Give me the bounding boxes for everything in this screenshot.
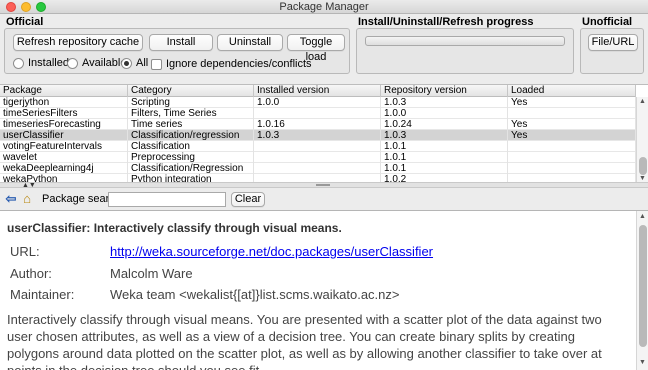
table-row[interactable]: votingFeatureIntervals Classification 1.0.… [0,141,636,152]
cell-category: Classification/regression [128,130,254,141]
cell-package: timeSeriesFilters [0,108,128,119]
scroll-down-icon[interactable]: ▼ [639,359,646,367]
ignore-dependencies-checkbox[interactable]: Ignore dependencies/conflicts [151,58,312,70]
package-info-pane: userClassifier: Interactively classify t… [0,210,648,370]
column-header-repository-version[interactable]: Repository version [381,85,508,97]
cell-package: timeseriesForecasting [0,119,128,130]
filter-all-radio[interactable]: All [121,57,148,69]
filter-installed-radio[interactable]: Installed [13,57,69,69]
radio-icon [13,57,24,69]
install-button[interactable]: Install [149,34,213,51]
cell-category: Scripting [128,97,254,108]
cell-installed-version [254,163,381,174]
cell-installed-version [254,108,381,119]
cell-loaded [508,152,636,163]
official-panel: Official Refresh repository cache Instal… [2,14,352,76]
home-icon[interactable]: ⌂ [20,192,34,206]
unofficial-label: Unofficial [582,16,633,28]
cell-installed-version [254,152,381,163]
cell-category: Preprocessing [128,152,254,163]
column-header-installed-version[interactable]: Installed version [254,85,381,97]
cell-category: Time series [128,119,254,130]
cell-installed-version: 1.0.16 [254,119,381,130]
author-value: Malcolm Ware [110,266,193,281]
table-row[interactable]: tigerjython Scripting 1.0.0 1.0.3 Yes [0,97,636,108]
info-scrollbar-thumb[interactable] [639,225,647,347]
official-label: Official [6,16,44,28]
refresh-cache-button[interactable]: Refresh repository cache [13,34,143,51]
window-titlebar: Package Manager [0,0,648,14]
table-row[interactable]: wavelet Preprocessing 1.0.1 [0,152,636,163]
clear-search-button[interactable]: Clear [231,192,265,207]
cell-package: votingFeatureIntervals [0,141,128,152]
cell-loaded [508,108,636,119]
radio-selected-icon [121,57,132,69]
filter-available-radio[interactable]: Available [67,57,126,69]
cell-loaded: Yes [508,130,636,141]
window-title: Package Manager [279,1,369,13]
checkbox-icon [151,58,162,70]
cell-repository-version: 1.0.3 [381,97,508,108]
back-arrow-icon[interactable]: ⇦ [4,192,18,206]
minimize-window-icon[interactable] [21,2,31,12]
author-label: Author: [10,266,52,281]
search-bar: ⇦ ⌂ Package search Clear [0,189,648,210]
cell-repository-version: 1.0.1 [381,152,508,163]
package-search-input[interactable] [108,192,226,207]
progress-panel: Install/Uninstall/Refresh progress [354,14,576,76]
column-header-package[interactable]: Package [0,85,128,97]
table-row[interactable]: userClassifier Classification/regression 1… [0,130,636,141]
column-header-loaded[interactable]: Loaded [508,85,636,97]
cell-category: Classification/Regression [128,163,254,174]
file-url-button[interactable]: File/URL [588,34,638,51]
cell-package: tigerjython [0,97,128,108]
uninstall-button[interactable]: Uninstall [217,34,283,51]
package-table: Package Category Installed version Repos… [0,84,648,183]
scroll-up-icon[interactable]: ▲ [639,98,646,106]
table-row[interactable]: timeseriesForecasting Time series 1.0.16 1.… [0,119,636,130]
table-header: Package Category Installed version Repos… [0,85,636,97]
table-scrollbar[interactable]: ▲ ▼ [636,97,648,183]
cell-category: Filters, Time Series [128,108,254,119]
toggle-load-button[interactable]: Toggle load [287,34,345,63]
column-header-category[interactable]: Category [128,85,254,97]
table-scrollbar-thumb[interactable] [639,157,647,175]
info-scrollbar[interactable]: ▲ ▼ [636,211,648,370]
progress-label: Install/Uninstall/Refresh progress [358,16,534,28]
split-collapse-icon[interactable]: ▲▼ [22,182,36,189]
package-url-link[interactable]: http://weka.sourceforge.net/doc.packages… [110,244,433,259]
zoom-window-icon[interactable] [36,2,46,12]
close-window-icon[interactable] [6,2,16,12]
cell-category: Classification [128,141,254,152]
maintainer-value: Weka team <wekalist{[at]}list.scms.waika… [110,287,400,302]
cell-installed-version [254,141,381,152]
table-row[interactable]: timeSeriesFilters Filters, Time Series 1.0… [0,108,636,119]
cell-installed-version: 1.0.3 [254,130,381,141]
cell-package: wekaDeeplearning4j [0,163,128,174]
table-body: tigerjython Scripting 1.0.0 1.0.3 Yes timeSer… [0,97,636,183]
scroll-up-icon[interactable]: ▲ [639,213,646,221]
splitter-grip-icon[interactable] [316,184,330,186]
package-description: Interactively classify through visual me… [7,312,602,370]
table-row[interactable]: wekaDeeplearning4j Classification/Regress… [0,163,636,174]
cell-repository-version: 1.0.3 [381,130,508,141]
cell-repository-version: 1.0.0 [381,108,508,119]
cell-repository-version: 1.0.24 [381,119,508,130]
cell-installed-version: 1.0.0 [254,97,381,108]
cell-loaded [508,141,636,152]
radio-icon [67,57,78,69]
cell-package: wavelet [0,152,128,163]
cell-loaded: Yes [508,119,636,130]
url-label: URL: [10,244,40,259]
progress-bar [365,36,565,46]
split-pane-divider[interactable]: ▲▼ [0,182,648,189]
package-info-title: userClassifier: Interactively classify t… [7,221,342,235]
unofficial-panel: Unofficial File/URL [578,14,646,76]
cell-repository-version: 1.0.1 [381,141,508,152]
maintainer-label: Maintainer: [10,287,75,302]
cell-package: userClassifier [0,130,128,141]
cell-repository-version: 1.0.1 [381,163,508,174]
cell-loaded: Yes [508,97,636,108]
cell-loaded [508,163,636,174]
